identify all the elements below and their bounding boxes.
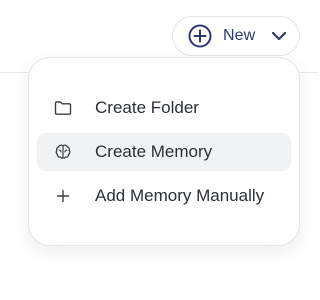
plus-icon bbox=[54, 187, 72, 205]
page: New Create Folder Create Memory Add Memo… bbox=[0, 0, 318, 300]
menu-item-label: Add Memory Manually bbox=[95, 186, 265, 205]
chevron-down-icon bbox=[270, 27, 288, 45]
folder-icon bbox=[54, 99, 72, 117]
menu-item-create-memory[interactable]: Create Memory bbox=[37, 133, 291, 171]
brain-icon bbox=[54, 143, 72, 161]
new-dropdown-menu: Create Folder Create Memory Add Memory M… bbox=[28, 57, 300, 246]
new-button-label: New bbox=[223, 27, 256, 44]
plus-circle-icon bbox=[188, 24, 212, 48]
menu-item-label: Create Memory bbox=[95, 142, 213, 161]
menu-item-label: Create Folder bbox=[95, 98, 199, 117]
menu-item-create-folder[interactable]: Create Folder bbox=[37, 89, 291, 127]
menu-item-add-memory-manually[interactable]: Add Memory Manually bbox=[37, 177, 291, 215]
new-button[interactable]: New bbox=[172, 16, 300, 56]
